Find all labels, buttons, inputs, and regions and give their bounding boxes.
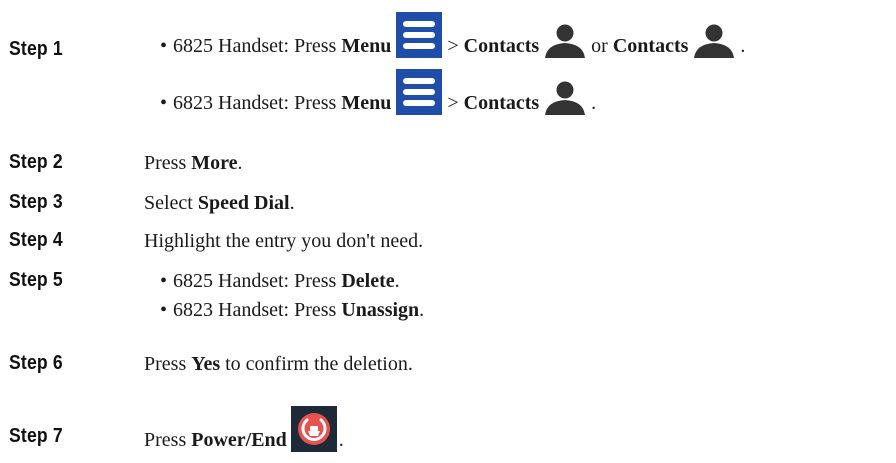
step-5-label: Step 5 [9, 269, 63, 291]
speed-dial-label: Speed Dial [197, 192, 290, 214]
bullet: • [160, 92, 168, 114]
step-6-text: Press Yes to confirm the deletion. [144, 352, 413, 376]
period: . [338, 429, 344, 451]
bullet: • [160, 299, 168, 321]
period: . [419, 299, 425, 321]
step-2-pre: Press [144, 152, 187, 174]
step-1-bullet-6825: • 6825 Handset: Press Menu > Contacts or… [160, 10, 745, 58]
power-end-icon [290, 406, 337, 452]
step-3-pre: Select [144, 192, 193, 214]
step-3-label: Step 3 [9, 191, 63, 213]
separator: > [447, 35, 459, 57]
handset-instruction: 6825 Handset: Press [173, 270, 337, 292]
yes-label: Yes [191, 353, 221, 375]
step-1-bullet-6823: • 6823 Handset: Press Menu > Contacts . [160, 67, 596, 115]
menu-label: Menu [341, 35, 392, 57]
period: . [394, 270, 400, 292]
handset-instruction: 6825 Handset: Press [173, 35, 337, 57]
person-icon [545, 81, 586, 115]
step-6-pre: Press [144, 353, 187, 375]
step-4-label: Step 4 [9, 229, 63, 251]
bullet: • [160, 35, 168, 57]
contacts-label: Contacts [463, 92, 540, 114]
more-label: More [191, 152, 238, 174]
period: . [237, 152, 243, 174]
step-1-label: Step 1 [9, 38, 63, 60]
bullet: • [160, 270, 168, 292]
step-2-text: Press More. [144, 151, 243, 175]
person-icon [545, 24, 586, 58]
step-6-post: to confirm the deletion. [225, 353, 413, 375]
step-7-pre: Press [144, 429, 187, 451]
step-4-content: Highlight the entry you don't need. [144, 230, 424, 252]
menu-label: Menu [341, 92, 392, 114]
step-5-bullet-6825: • 6825 Handset: Press Delete. [160, 269, 400, 293]
step-6-label: Step 6 [9, 352, 63, 374]
step-7-label: Step 7 [9, 425, 63, 447]
menu-icon [396, 69, 443, 115]
step-5-bullet-6823: • 6823 Handset: Press Unassign. [160, 298, 424, 322]
contacts-label: Contacts [463, 35, 540, 57]
period: . [591, 92, 597, 114]
step-4-text: Highlight the entry you don't need. [144, 229, 423, 253]
period: . [289, 192, 295, 214]
step-2-label: Step 2 [9, 151, 63, 173]
contacts-label: Contacts [612, 35, 689, 57]
separator: > [447, 92, 459, 114]
menu-icon [396, 12, 443, 58]
step-3-text: Select Speed Dial. [144, 191, 295, 215]
period: . [740, 35, 746, 57]
handset-instruction: 6823 Handset: Press [173, 92, 337, 114]
or-text: or [591, 35, 608, 57]
handset-instruction: 6823 Handset: Press [173, 299, 337, 321]
person-icon [694, 24, 735, 58]
step-7-text: Press Power/End . [144, 404, 344, 452]
delete-label: Delete [341, 270, 395, 292]
power-end-label: Power/End [191, 429, 287, 451]
unassign-label: Unassign [341, 299, 420, 321]
